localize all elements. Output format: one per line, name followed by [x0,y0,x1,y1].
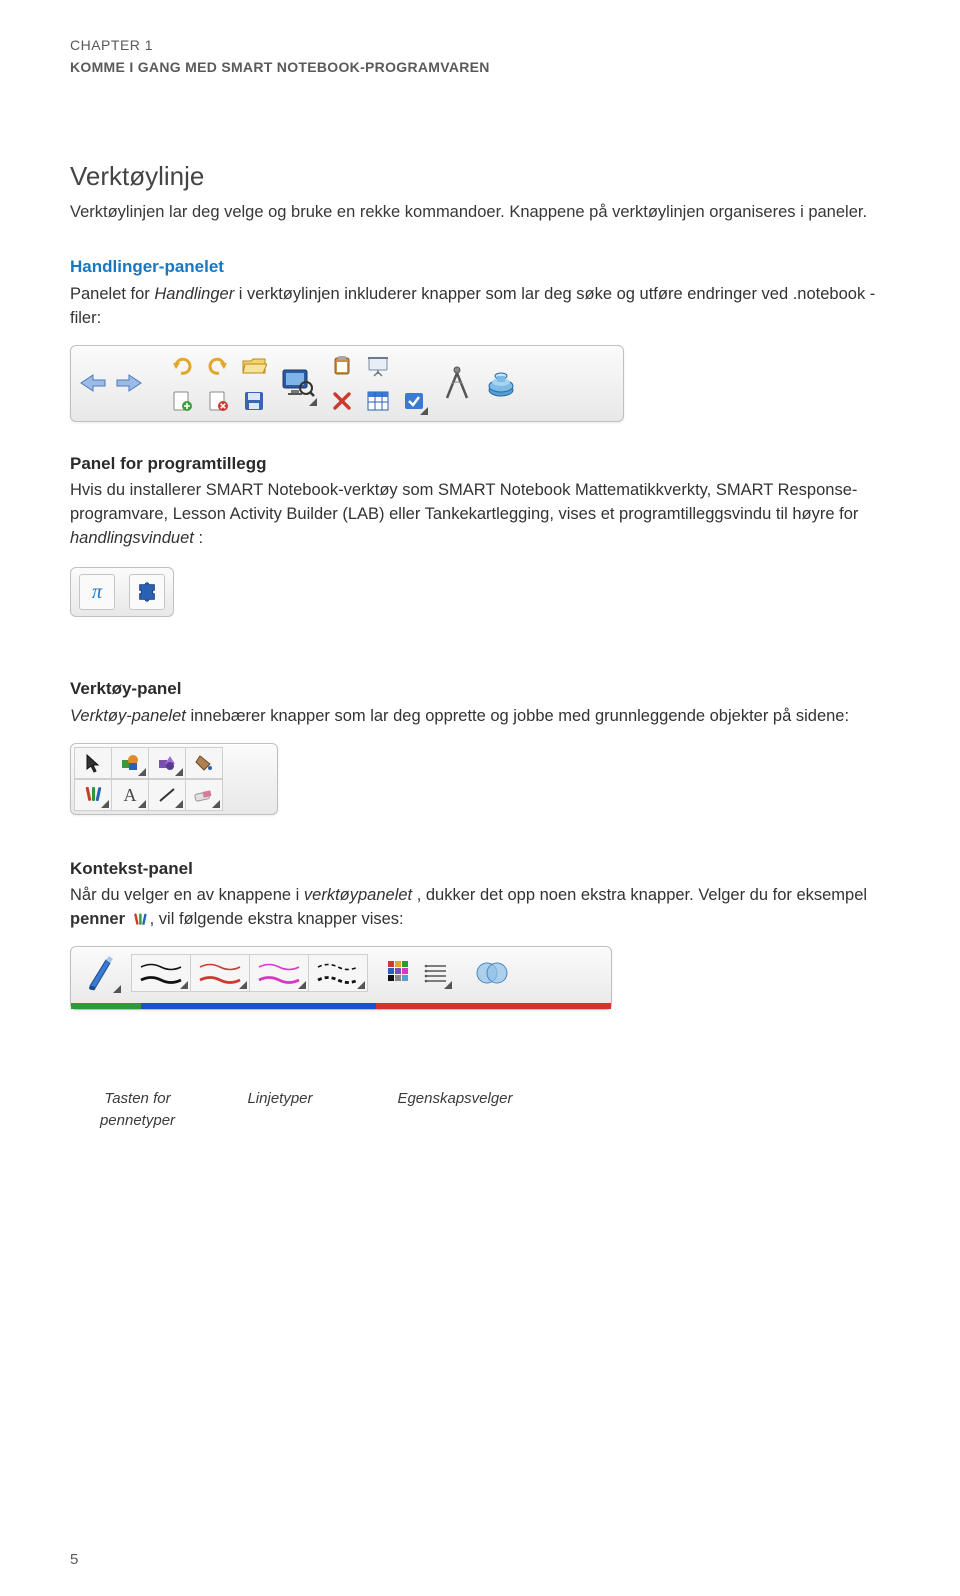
text-fragment: Panelet for [70,285,154,303]
heading-handlinger: Handlinger-panelet [70,255,890,280]
linestyle-1[interactable] [131,954,191,992]
pens-tool[interactable] [74,779,112,811]
back-icon[interactable] [77,367,109,399]
toolbar-tools: A [70,743,278,815]
line-options-button[interactable] [418,955,454,991]
undo-icon[interactable] [166,350,198,382]
inkwell-icon[interactable] [481,358,521,408]
text-fragment: , dukker det opp noen ekstra knapper. Ve… [412,886,867,904]
overlap-circles-button[interactable] [472,953,512,993]
text-emphasis: Handlinger [154,285,234,303]
pens-inline-icon [132,912,148,928]
text-emphasis: verktøypanelet [304,886,412,904]
delete-x-icon[interactable] [326,385,358,417]
toolbar-context [70,946,612,1010]
page-number: 5 [70,1549,78,1571]
page-add-icon[interactable] [166,385,198,417]
heading-kontekstpanel: Kontekst-panel [70,857,890,882]
compass-icon[interactable] [437,358,477,408]
color-swatch-button[interactable] [382,955,418,991]
programtillegg-text: Hvis du installerer SMART Notebook-verkt… [70,479,890,551]
toolbar-actions [70,345,624,422]
redo-icon[interactable] [202,350,234,382]
presentation-icon[interactable] [362,350,394,382]
linestyle-4[interactable] [308,954,368,992]
text-fragment: Når du velger en av knappene i [70,886,304,904]
paste-icon[interactable] [326,350,358,382]
shapes-purple-tool[interactable] [148,747,186,779]
monitor-zoom-icon[interactable] [277,358,319,408]
forward-icon[interactable] [113,367,145,399]
puzzle-piece-icon [136,581,158,603]
eraser-tool[interactable] [185,779,223,811]
kontekstpanel-text: Når du velger en av knappene i verktøypa… [70,884,890,932]
line-tool[interactable] [148,779,186,811]
table-icon[interactable] [362,385,394,417]
text-fragment: Hvis du installerer SMART Notebook-verkt… [70,481,858,523]
chapter-subtitle: KOMME I GANG MED SMART NOTEBOOK-PROGRAMV… [70,57,890,77]
linestyle-2[interactable] [190,954,250,992]
snap-tool-icon[interactable] [398,385,430,417]
text-emphasis: handlingsvinduet [70,529,194,547]
chapter-label: CHAPTER 1 [70,35,890,55]
page-delete-icon[interactable] [202,385,234,417]
text-fragment: innebærer knapper som lar deg opprette o… [186,707,849,725]
linestyle-3[interactable] [249,954,309,992]
text-emphasis: Verktøy-panelet [70,707,186,725]
fill-tool[interactable] [185,747,223,779]
verktoypanel-text: Verktøy-panelet innebærer knapper som la… [70,705,890,729]
annot-pentypes: Tasten for pennetyper [70,1088,205,1132]
handlinger-text: Panelet for Handlinger i verktøylinjen i… [70,283,890,331]
pen-blue-button[interactable] [75,951,123,995]
open-folder-icon[interactable] [238,350,270,382]
text-fragment: , vil følgende ekstra knapper vises: [150,910,404,928]
section-title: Verktøylinje [70,158,890,196]
text-fragment: : [194,529,203,547]
heading-programtillegg: Panel for programtillegg [70,452,890,477]
annot-linetypes: Linjetyper [205,1088,355,1132]
shapes-color-tool[interactable] [111,747,149,779]
context-annotations: Tasten for pennetyper Linjetyper Egenska… [70,1088,890,1132]
addon-panel: π [70,567,174,617]
pi-icon: π [92,578,102,607]
puzzle-addon-button[interactable] [129,574,165,610]
annot-properties: Egenskapsvelger [355,1088,555,1132]
context-color-stripe [71,1003,611,1009]
save-icon[interactable] [238,385,270,417]
pi-addon-button[interactable]: π [79,574,115,610]
text-tool[interactable]: A [111,779,149,811]
text-bold: penner [70,910,125,928]
heading-verktoypanel: Verktøy-panel [70,677,890,702]
cursor-tool[interactable] [74,747,112,779]
section-intro: Verktøylinjen lar deg velge og bruke en … [70,201,890,225]
